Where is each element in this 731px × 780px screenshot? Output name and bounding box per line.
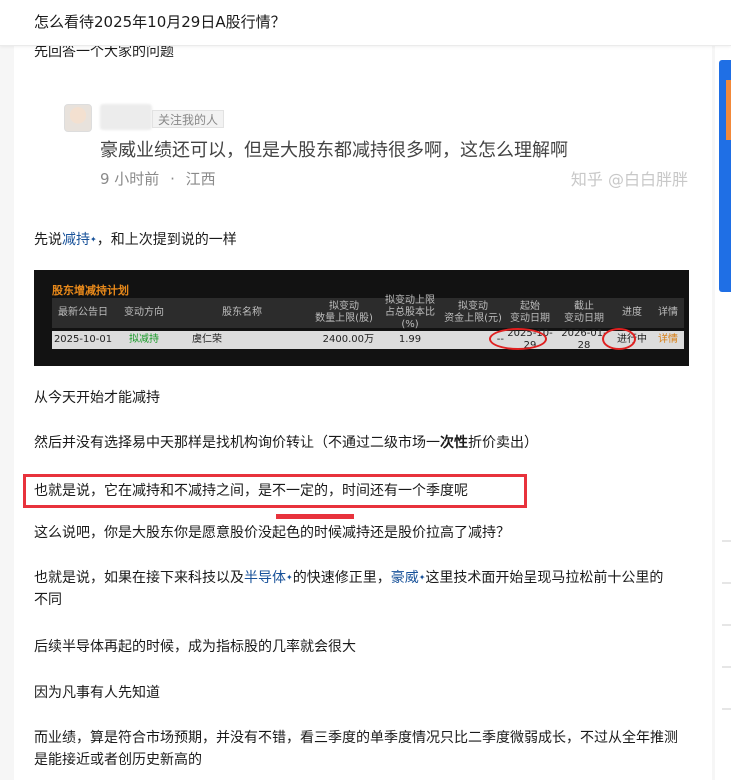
para1-post: ，和上次提到说的一样 (96, 232, 237, 248)
question-header: 怎么看待2025年10月29日A股行情？ (0, 0, 731, 46)
para6-mid: 的快速修正里， (292, 570, 391, 586)
paragraph-1: 先说减持✦，和上次提到说的一样 (34, 229, 237, 251)
table-cell: 虞仁荣 (192, 334, 222, 345)
red-circle-annotation (489, 328, 547, 350)
paragraph-8: 因为凡事有人先知道 (34, 685, 160, 701)
para3-post: 折价卖出） (468, 435, 538, 451)
table-cell: 2025-10-01 (53, 334, 113, 345)
follow-tag: 关注我的人 (152, 110, 225, 128)
table-cell: 2400.00万 (322, 334, 374, 345)
spark-icon: ✦ (286, 573, 293, 582)
keyword-link-semiconductor[interactable]: 半导体 (244, 570, 286, 586)
keyword-link-haowei[interactable]: 豪威 (391, 570, 419, 586)
table-header-cell: 起始 变动日期 (510, 301, 550, 324)
table-cell: 拟减持 (129, 334, 159, 345)
para1-pre: 先说 (34, 232, 62, 248)
avatar (64, 104, 92, 132)
table-header-cell: 拟变动上限 占总股本比(%) (385, 295, 435, 330)
table-cell: 详情 (658, 334, 678, 345)
comment-screenshot: 关注我的人 豪威业绩还可以，但是大股东都减持很多啊，这怎么理解啊 9 小时前 ·… (52, 98, 692, 204)
comment-time: 9 小时前 (100, 170, 160, 188)
paragraph-7: 后续半导体再起的时候，成为指标股的几率就会很大 (34, 639, 356, 655)
table-title: 股东增减持计划 (52, 284, 129, 297)
table-header-cell: 拟变动 资金上限(元) (444, 301, 502, 324)
paragraph-2: 从今天开始才能减持 (34, 390, 160, 406)
blurred-username (100, 104, 152, 130)
answer-content: 先回答一个大家的问题 关注我的人 豪威业绩还可以，但是大股东都减持很多啊，这怎么… (14, 46, 712, 780)
table-cell: 1.99 (398, 334, 422, 345)
table-header-cell: 拟变动 数量上限(股) (315, 301, 373, 324)
question-title[interactable]: 怎么看待2025年10月29日A股行情？ (34, 11, 286, 32)
table-header: 最新公告日 变动方向 股东名称 拟变动 数量上限(股) 拟变动上限 占总股本比(… (52, 295, 684, 330)
table-header-cell: 股东名称 (222, 307, 262, 318)
table-header-cell: 详情 (658, 307, 678, 318)
sidebar-divider-lines (722, 540, 731, 780)
paragraph-5: 这么说吧，你是大股东你是愿意股价没起色的时候减持还是股价拉高了减持？ (34, 525, 510, 541)
zhihu-watermark: 知乎 @白白胖胖 (570, 170, 688, 189)
meta-separator: · (170, 170, 175, 188)
para3-pre: 然后并没有选择易中天那样是找机构询价转让（不通过二级市场一 (34, 435, 440, 451)
zhihu-answer-page: 怎么看待2025年10月29日A股行情？ 先回答一个大家的问题 关注我的人 豪威… (0, 0, 731, 780)
para6-pre: 也就是说，如果在接下来科技以及 (34, 570, 244, 586)
comment-text: 豪威业绩还可以，但是大股东都减持很多啊，这怎么理解啊 (100, 140, 568, 161)
comment-location: 江西 (185, 170, 216, 188)
para3-bold: 次性 (440, 435, 468, 451)
red-underline-mark (276, 514, 354, 519)
table-header-cell: 截止 变动日期 (564, 301, 604, 324)
table-header-cell: 进度 (622, 307, 642, 318)
paragraph-9: 而业绩，算是符合市场预期，并没有不错，看三季度的单季度情况只比二季度微弱成长，不… (34, 730, 678, 768)
red-circle-annotation (602, 328, 636, 350)
paragraph-3: 然后并没有选择易中天那样是找机构询价转让（不通过二级市场一次性折价卖出） (34, 432, 538, 454)
paragraph-4: 也就是说，它在减持和不减持之间，是不一定的，时间还有一个季度呢 (34, 483, 468, 499)
comment-meta: 9 小时前 · 江西 (100, 168, 216, 189)
sidebar-card-accent (726, 80, 731, 140)
paragraph-6: 也就是说，如果在接下来科技以及半导体✦的快速修正里，豪威✦这里技术面开始呈现马拉… (34, 567, 674, 611)
table-row: 2025-10-01 拟减持 虞仁荣 2400.00万 1.99 -- 2025… (52, 328, 684, 351)
shareholder-plan-table-image: 股东增减持计划 最新公告日 变动方向 股东名称 拟变动 数量上限(股) 拟变动上… (34, 270, 689, 366)
clipped-top-text: 先回答一个大家的问题 (34, 46, 174, 60)
table-header-cell: 变动方向 (124, 307, 164, 318)
keyword-link-jianchi[interactable]: 减持 (62, 232, 90, 248)
spark-icon: ✦ (90, 235, 97, 244)
table-header-cell: 最新公告日 (58, 307, 108, 318)
